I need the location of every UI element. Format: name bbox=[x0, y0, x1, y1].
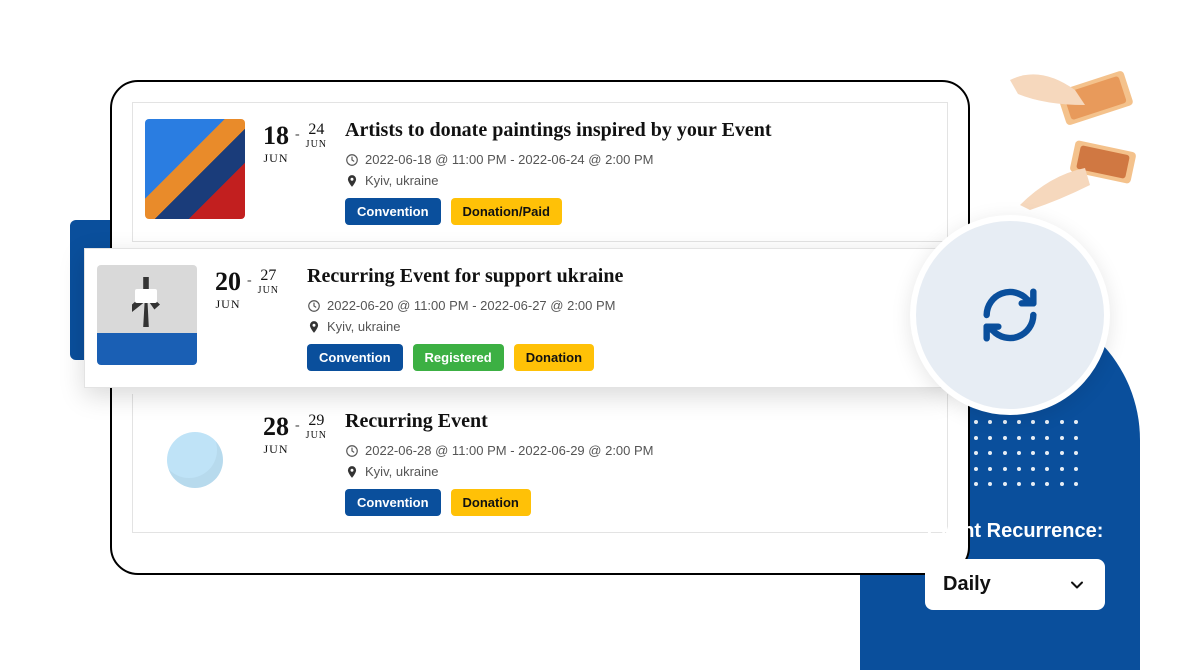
event-date-range: 18 JUN - 24 JUN bbox=[263, 119, 327, 166]
event-tag[interactable]: Registered bbox=[413, 344, 504, 371]
event-time: 2022-06-18 @ 11:00 PM - 2022-06-24 @ 2:0… bbox=[365, 152, 653, 167]
decorative-dot-grid bbox=[960, 420, 1080, 490]
event-start-day: 20 bbox=[215, 267, 241, 297]
event-end-month: JUN bbox=[306, 430, 327, 441]
event-title[interactable]: Recurring Event for support ukraine bbox=[307, 265, 935, 288]
location-pin-icon bbox=[307, 320, 321, 334]
clock-icon bbox=[307, 299, 321, 313]
event-tag[interactable]: Convention bbox=[307, 344, 403, 371]
event-title[interactable]: Artists to donate paintings inspired by … bbox=[345, 119, 935, 142]
event-end-month: JUN bbox=[306, 139, 327, 150]
event-tags: Convention Registered Donation bbox=[307, 344, 935, 371]
event-location: Kyiv, ukraine bbox=[365, 173, 438, 188]
event-time: 2022-06-20 @ 11:00 PM - 2022-06-27 @ 2:0… bbox=[327, 298, 615, 313]
events-list-panel: 18 JUN - 24 JUN Artists to donate painti… bbox=[110, 80, 970, 575]
date-separator: - bbox=[247, 267, 252, 289]
event-end-day: 29 bbox=[306, 412, 327, 430]
event-row[interactable]: 18 JUN - 24 JUN Artists to donate painti… bbox=[132, 102, 948, 242]
event-start-month: JUN bbox=[263, 442, 289, 457]
event-tag[interactable]: Donation bbox=[514, 344, 594, 371]
recurrence-label: Event Recurrence: bbox=[925, 520, 1105, 543]
event-title[interactable]: Recurring Event bbox=[345, 410, 935, 433]
event-date-range: 28 JUN - 29 JUN bbox=[263, 410, 327, 457]
event-thumbnail bbox=[145, 410, 245, 510]
refresh-icon bbox=[975, 280, 1045, 350]
event-end-day: 24 bbox=[306, 121, 327, 139]
event-date-range: 20 JUN - 27 JUN bbox=[215, 265, 279, 312]
date-separator: - bbox=[295, 121, 300, 143]
event-start-month: JUN bbox=[263, 151, 289, 166]
event-start-day: 18 bbox=[263, 121, 289, 151]
recurrence-panel: Event Recurrence: Daily bbox=[925, 520, 1105, 610]
event-tags: Convention Donation/Paid bbox=[345, 198, 935, 225]
event-time: 2022-06-28 @ 11:00 PM - 2022-06-29 @ 2:0… bbox=[365, 443, 653, 458]
recurrence-select[interactable]: Daily bbox=[925, 559, 1105, 610]
event-tag[interactable]: Convention bbox=[345, 489, 441, 516]
location-pin-icon bbox=[345, 465, 359, 479]
recurrence-selected-value: Daily bbox=[943, 573, 991, 596]
event-start-month: JUN bbox=[215, 297, 241, 312]
clock-icon bbox=[345, 444, 359, 458]
event-tag[interactable]: Donation bbox=[451, 489, 531, 516]
recurrence-icon-badge bbox=[910, 215, 1110, 415]
event-location: Kyiv, ukraine bbox=[327, 319, 400, 334]
chevron-down-icon bbox=[1067, 575, 1087, 595]
date-separator: - bbox=[295, 412, 300, 434]
event-row[interactable]: 20 JUN - 27 JUN Recurring Event for supp… bbox=[84, 248, 948, 388]
event-start-day: 28 bbox=[263, 412, 289, 442]
event-location: Kyiv, ukraine bbox=[365, 464, 438, 479]
clock-icon bbox=[345, 153, 359, 167]
event-tag[interactable]: Convention bbox=[345, 198, 441, 225]
location-pin-icon bbox=[345, 174, 359, 188]
money-hands-illustration bbox=[990, 50, 1160, 220]
event-end-day: 27 bbox=[258, 267, 279, 285]
event-thumbnail bbox=[145, 119, 245, 219]
event-tag[interactable]: Donation/Paid bbox=[451, 198, 562, 225]
event-row[interactable]: 28 JUN - 29 JUN Recurring Event 2022-06-… bbox=[132, 394, 948, 533]
event-end-month: JUN bbox=[258, 285, 279, 296]
event-tags: Convention Donation bbox=[345, 489, 935, 516]
event-thumbnail bbox=[97, 265, 197, 365]
